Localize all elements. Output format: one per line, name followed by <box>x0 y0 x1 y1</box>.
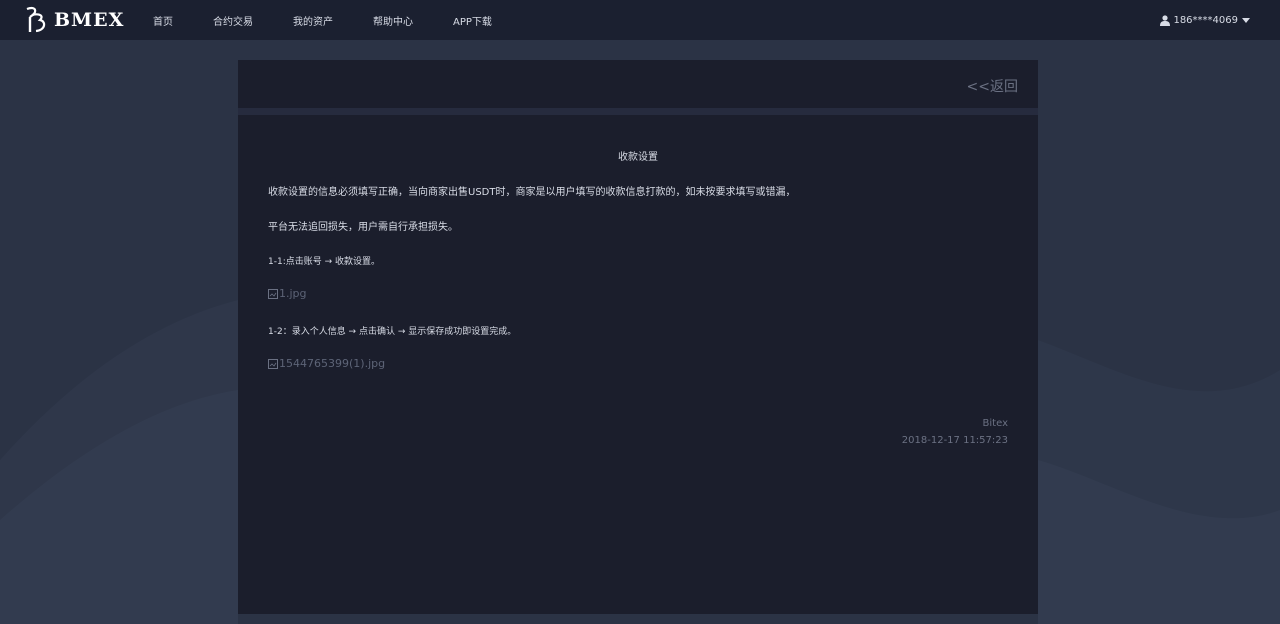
nav-help-center[interactable]: 帮助中心 <box>373 13 413 28</box>
article-paragraph-1: 收款设置的信息必须填写正确，当向商家出售USDT时，商家是以用户填写的收款信息打… <box>268 187 796 198</box>
article-title: 收款设置 <box>618 152 658 163</box>
caret-down-icon <box>1242 17 1250 23</box>
top-navbar: BMEX 首页 合约交易 我的资产 帮助中心 APP下载 186****4069 <box>0 0 1280 40</box>
article-step-2: 1-2：录入个人信息 → 点击确认 → 显示保存成功即设置完成。 <box>268 327 517 337</box>
broken-image-icon <box>268 288 278 299</box>
nav-app-download[interactable]: APP下载 <box>453 13 492 28</box>
article-image-1-alt: 1.jpg <box>279 287 307 300</box>
nav-home[interactable]: 首页 <box>153 13 173 28</box>
article-image-1: 1.jpg <box>268 287 307 300</box>
main-nav: 首页 合约交易 我的资产 帮助中心 APP下载 <box>153 0 532 40</box>
article-header-panel: <<返回 <box>238 60 1038 108</box>
bmex-logo-icon <box>26 6 46 33</box>
article-image-2-alt: 1544765399(1).jpg <box>279 357 386 370</box>
article-date: 2018-12-17 11:57:23 <box>901 435 1008 446</box>
logo[interactable]: BMEX <box>24 6 124 34</box>
article-paragraph-2: 平台无法追回损失，用户需自行承担损失。 <box>268 222 458 233</box>
user-account-label: 186****4069 <box>1173 14 1238 26</box>
article-panel: 收款设置 收款设置的信息必须填写正确，当向商家出售USDT时，商家是以用户填写的… <box>238 115 1038 614</box>
article-image-2: 1544765399(1).jpg <box>268 357 385 370</box>
logo-text: BMEX <box>54 9 125 31</box>
panel-divider <box>238 108 1038 115</box>
broken-image-icon <box>268 358 278 369</box>
back-link[interactable]: <<返回 <box>967 76 1018 96</box>
user-icon <box>1160 14 1171 26</box>
article-author: Bitex <box>982 418 1008 429</box>
nav-my-assets[interactable]: 我的资产 <box>293 13 333 28</box>
user-menu[interactable]: 186****4069 <box>1160 0 1250 40</box>
nav-contract-trading[interactable]: 合约交易 <box>213 13 253 28</box>
article-step-1: 1-1:点击账号 → 收款设置。 <box>268 257 380 267</box>
